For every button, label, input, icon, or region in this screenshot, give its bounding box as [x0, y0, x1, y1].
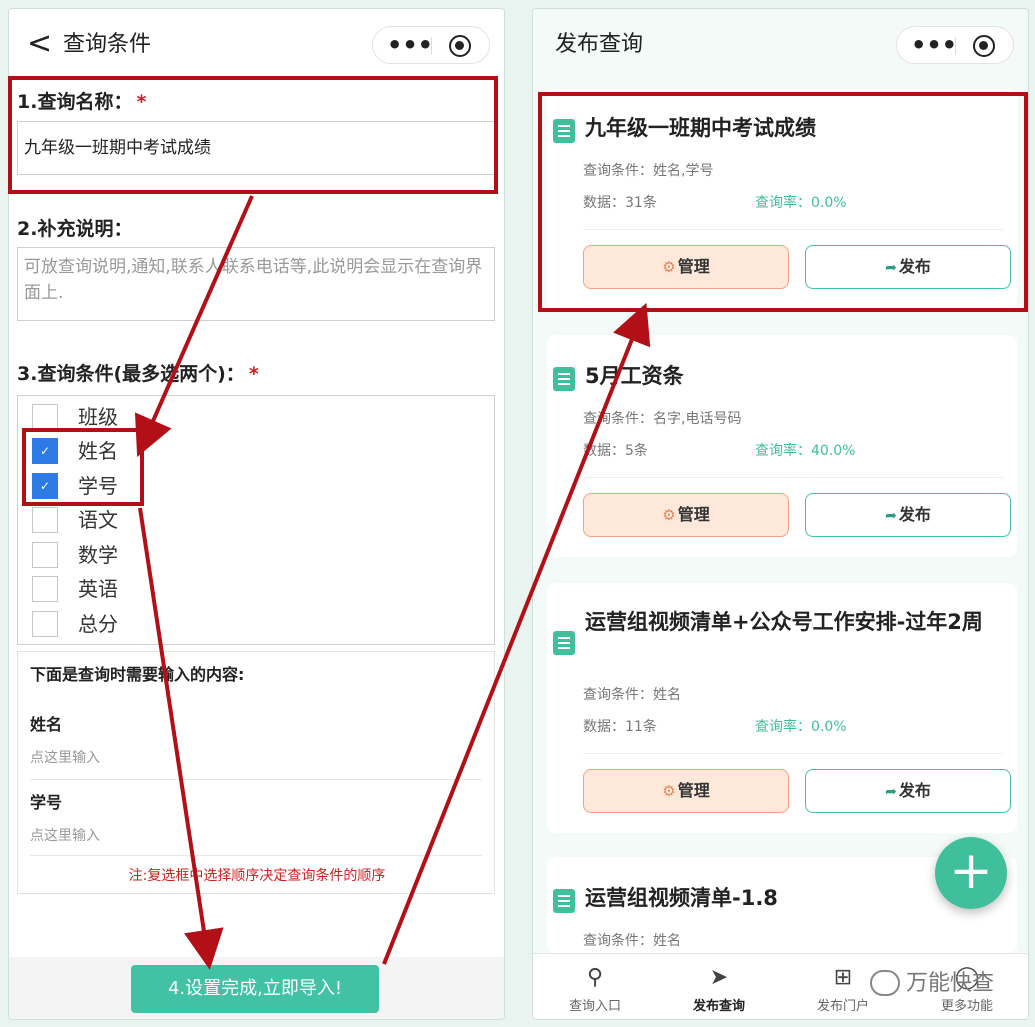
arrow-name-to-conditions: [134, 195, 254, 457]
arrow-submit-to-card: [382, 302, 651, 965]
annotation-arrows: [134, 195, 651, 970]
arrow-conditions-to-submit: [138, 507, 224, 970]
